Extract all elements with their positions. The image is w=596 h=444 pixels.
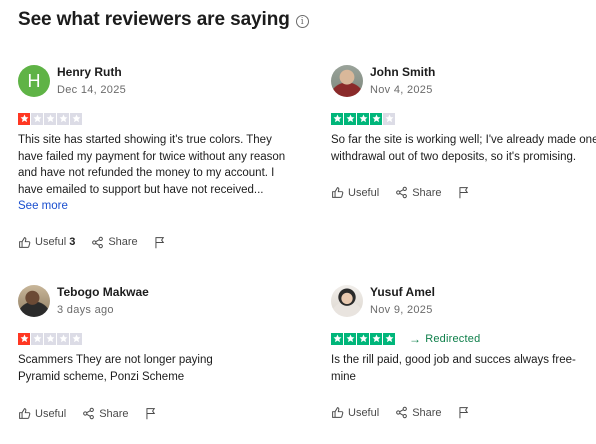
redirected-label: Redirected bbox=[425, 332, 481, 345]
share-button[interactable]: Share bbox=[395, 406, 442, 419]
review-date: Nov 9, 2025 bbox=[370, 304, 433, 316]
useful-label: Useful bbox=[348, 406, 380, 419]
share-icon bbox=[83, 407, 95, 420]
star-icon bbox=[18, 332, 30, 345]
share-label: Share bbox=[108, 236, 138, 248]
thumbs-up-icon bbox=[19, 236, 31, 248]
see-more-link[interactable]: See more bbox=[18, 200, 68, 212]
info-icon[interactable]: i bbox=[295, 15, 309, 28]
reviewer-name[interactable]: Yusuf Amel bbox=[370, 285, 435, 300]
useful-button[interactable]: Useful 3 bbox=[18, 236, 75, 249]
share-button[interactable]: Share bbox=[395, 186, 442, 199]
reviewer-name[interactable]: John Smith bbox=[370, 65, 435, 80]
share-icon bbox=[396, 406, 408, 419]
share-icon bbox=[396, 186, 408, 199]
useful-button[interactable]: Useful bbox=[331, 186, 379, 199]
review-text: So far the site is working well; I've al… bbox=[331, 134, 596, 163]
flag-button[interactable] bbox=[145, 407, 161, 420]
review-text: Is the rill paid, good job and succes al… bbox=[331, 354, 576, 383]
star-icon bbox=[344, 332, 356, 345]
star-icon bbox=[357, 332, 369, 345]
review-actions: Useful 3 Share bbox=[18, 236, 288, 249]
useful-label: Useful bbox=[35, 236, 67, 248]
star-rating bbox=[331, 332, 395, 345]
review-actions: Useful Share bbox=[331, 186, 596, 199]
flag-button[interactable] bbox=[458, 406, 474, 419]
review-card: H Henry Ruth Dec 14, 2025 This site has … bbox=[18, 64, 288, 249]
reviewer-name[interactable]: Tebogo Makwae bbox=[57, 285, 149, 300]
flag-icon bbox=[458, 407, 468, 419]
star-rating bbox=[18, 332, 82, 345]
star-rating bbox=[331, 112, 395, 125]
share-label: Share bbox=[99, 407, 129, 420]
useful-label: Useful bbox=[348, 186, 380, 199]
thumbs-up-icon bbox=[19, 408, 31, 419]
share-label: Share bbox=[412, 186, 442, 199]
star-icon bbox=[70, 332, 82, 345]
thumbs-up-icon bbox=[332, 187, 344, 198]
useful-button[interactable]: Useful bbox=[331, 406, 379, 419]
flag-button[interactable] bbox=[154, 236, 170, 249]
flag-button[interactable] bbox=[458, 186, 474, 199]
review-text: This site has started showing it's true … bbox=[18, 132, 286, 215]
star-icon bbox=[370, 112, 382, 125]
useful-label: Useful bbox=[35, 407, 67, 420]
avatar[interactable]: H bbox=[18, 65, 50, 97]
star-icon bbox=[383, 112, 395, 125]
thumbs-up-icon bbox=[332, 407, 344, 418]
star-icon bbox=[331, 112, 343, 125]
review-date: Nov 4, 2025 bbox=[370, 84, 433, 96]
reviewer-info: H Henry Ruth Dec 14, 2025 bbox=[18, 64, 288, 98]
share-label: Share bbox=[412, 406, 442, 419]
review-text-line: Pyramid scheme, Ponzi Scheme bbox=[18, 370, 185, 383]
star-icon bbox=[383, 332, 395, 345]
review-text-content: This site has started showing it's true … bbox=[18, 134, 286, 196]
review-text: Scammers They are not longer paying Pyra… bbox=[18, 352, 286, 385]
review-date: 3 days ago bbox=[57, 304, 114, 316]
flag-icon bbox=[155, 236, 164, 248]
star-icon bbox=[70, 112, 82, 125]
reviewer-name[interactable]: Henry Ruth bbox=[57, 65, 126, 80]
share-button[interactable]: Share bbox=[91, 236, 138, 249]
arrow-right-icon: → bbox=[409, 331, 422, 346]
avatar[interactable] bbox=[331, 285, 363, 317]
review-date: Dec 14, 2025 bbox=[57, 84, 127, 96]
star-icon bbox=[357, 112, 369, 125]
star-icon bbox=[18, 112, 30, 125]
review-card: Tebogo Makwae 3 days ago Scammers They a… bbox=[18, 284, 288, 420]
avatar[interactable] bbox=[18, 285, 50, 317]
star-icon bbox=[57, 332, 69, 345]
section-title: See what reviewers are saying bbox=[18, 9, 290, 30]
reviewer-info: Tebogo Makwae 3 days ago bbox=[18, 284, 288, 318]
useful-count: 3 bbox=[69, 236, 76, 248]
star-icon bbox=[31, 112, 43, 125]
star-icon bbox=[344, 112, 356, 125]
review-actions: Useful Share bbox=[331, 406, 596, 419]
star-icon bbox=[31, 332, 43, 345]
reviewer-info: Yusuf Amel Nov 9, 2025 bbox=[331, 284, 596, 318]
star-icon bbox=[331, 332, 343, 345]
share-button[interactable]: Share bbox=[82, 407, 129, 420]
star-icon bbox=[370, 332, 382, 345]
flag-icon bbox=[145, 408, 155, 420]
avatar[interactable] bbox=[331, 65, 363, 97]
reviewer-info: John Smith Nov 4, 2025 bbox=[331, 64, 596, 98]
review-text-line: Scammers They are not longer paying bbox=[18, 354, 213, 366]
share-icon bbox=[92, 236, 104, 248]
star-rating bbox=[18, 112, 82, 125]
review-card: John Smith Nov 4, 2025 So far the site i… bbox=[331, 64, 596, 199]
useful-button[interactable]: Useful bbox=[18, 407, 66, 420]
redirected-badge[interactable]: → Redirected bbox=[409, 332, 480, 346]
review-actions: Useful Share bbox=[18, 407, 288, 420]
reviews-header: See what reviewers are saying i bbox=[18, 9, 309, 31]
review-card: Yusuf Amel Nov 9, 2025 → Redirected Is t… bbox=[331, 284, 596, 419]
star-icon bbox=[57, 112, 69, 125]
star-icon bbox=[44, 332, 56, 345]
star-icon bbox=[44, 112, 56, 125]
flag-icon bbox=[458, 187, 468, 199]
